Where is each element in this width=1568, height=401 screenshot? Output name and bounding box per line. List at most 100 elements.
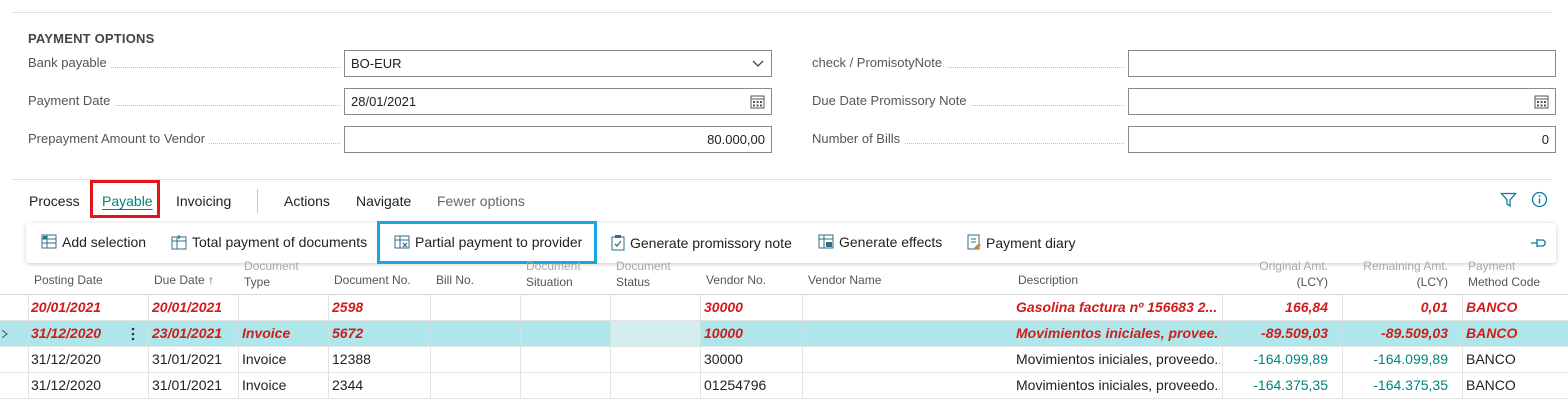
check-note-label: check / PromisotyNote <box>812 54 1124 72</box>
cell-original-amt[interactable]: -89.509,03 <box>1226 321 1328 346</box>
col-remaining-amt-line1: Remaining Amt. <box>1363 259 1448 273</box>
prepayment-input[interactable]: 80.000,00 <box>344 126 772 153</box>
col-document-status-line2[interactable]: Status <box>616 275 650 289</box>
col-payment-method-line1: Payment <box>1468 259 1516 273</box>
payment-date-input[interactable]: 28/01/2021 <box>344 88 772 115</box>
table-row[interactable]: 20/01/2021 20/01/2021 2598 30000 Gasolin… <box>0 295 1568 321</box>
table-row[interactable]: 31/12/2020 31/01/2021 Invoice 2344 01254… <box>0 373 1568 399</box>
due-date-note-label: Due Date Promissory Note <box>812 92 1124 110</box>
payable-highlight-box <box>90 180 160 218</box>
top-divider <box>12 12 1552 13</box>
cell-description[interactable]: Gasolina factura nº 156683 2... <box>1016 295 1218 320</box>
table-row[interactable]: 31/12/2020 31/01/2021 Invoice 12388 3000… <box>0 347 1568 373</box>
section-title: PAYMENT OPTIONS <box>28 31 155 46</box>
col-due-date[interactable]: Due Date ↑ <box>154 273 214 287</box>
cell-due-date[interactable]: 20/01/2021 <box>152 295 222 320</box>
table-row-selected[interactable]: 31/12/2020 23/01/2021 Invoice 5672 10000… <box>0 321 1568 347</box>
clipboard-check-icon <box>611 235 625 251</box>
col-remaining-amt-line2[interactable]: (LCY) <box>1346 275 1448 289</box>
cell-payment-method[interactable]: BANCO <box>1466 347 1516 372</box>
cell-vendor-no[interactable]: 10000 <box>704 321 743 346</box>
col-vendor-name[interactable]: Vendor Name <box>808 273 881 287</box>
total-payment-label: Total payment of documents <box>192 234 368 250</box>
info-icon[interactable] <box>1531 191 1548 208</box>
calendar-icon[interactable] <box>1534 94 1549 109</box>
calendar-icon[interactable] <box>750 94 765 109</box>
col-bill-no[interactable]: Bill No. <box>436 273 474 287</box>
pin-icon[interactable] <box>1530 235 1548 251</box>
cell-posting-date[interactable]: 31/12/2020 <box>31 321 101 346</box>
add-selection-label: Add selection <box>62 234 147 250</box>
cell-due-date[interactable]: 31/01/2021 <box>152 347 222 372</box>
tab-separator <box>257 189 258 213</box>
bank-payable-select[interactable]: BO-EUR <box>344 50 772 77</box>
col-original-amt-line2[interactable]: (LCY) <box>1226 275 1328 289</box>
cell-payment-method[interactable]: BANCO <box>1466 321 1517 346</box>
col-description[interactable]: Description <box>1018 273 1078 287</box>
col-posting-date[interactable]: Posting Date <box>34 273 103 287</box>
col-payment-method-line2[interactable]: Method Code <box>1468 275 1540 289</box>
cell-remaining-amt[interactable]: 0,01 <box>1346 295 1448 320</box>
cell-due-date[interactable]: 31/01/2021 <box>152 373 222 398</box>
cell-posting-date[interactable]: 31/12/2020 <box>31 373 101 398</box>
cell-document-no[interactable]: 12388 <box>332 347 371 372</box>
generate-effects-button[interactable]: Generate effects <box>818 234 942 250</box>
payment-diary-button[interactable]: Payment diary <box>966 234 1075 251</box>
cell-payment-method[interactable]: BANCO <box>1466 373 1516 398</box>
total-payment-button[interactable]: Total payment of documents <box>171 234 367 250</box>
due-date-note-input[interactable] <box>1128 88 1556 115</box>
cell-due-date[interactable]: 23/01/2021 <box>152 321 222 346</box>
cell-vendor-no[interactable]: 30000 <box>704 295 743 320</box>
cell-document-type[interactable]: Invoice <box>242 373 286 398</box>
fewer-options-button[interactable]: Fewer options <box>437 193 525 209</box>
generate-promissory-note-button[interactable]: Generate promissory note <box>610 234 792 251</box>
cell-original-amt[interactable]: 166,84 <box>1226 295 1328 320</box>
payment-date-label: Payment Date <box>28 92 340 110</box>
total-payment-icon <box>171 235 187 250</box>
add-selection-icon <box>41 234 57 249</box>
tab-invoicing[interactable]: Invoicing <box>176 193 231 209</box>
section-divider <box>12 179 1552 180</box>
prepayment-label: Prepayment Amount to Vendor <box>28 130 340 148</box>
col-document-no[interactable]: Document No. <box>334 273 411 287</box>
chevron-down-icon <box>752 60 764 67</box>
cell-document-no[interactable]: 2598 <box>332 295 363 320</box>
cell-original-amt[interactable]: -164.099,89 <box>1226 347 1328 372</box>
tab-navigate[interactable]: Navigate <box>356 193 411 209</box>
cell-remaining-amt[interactable]: -89.509,03 <box>1346 321 1448 346</box>
cell-description[interactable]: Movimientos iniciales, proveedo... <box>1016 373 1220 398</box>
cell-document-type[interactable]: Invoice <box>242 347 286 372</box>
generate-effects-label: Generate effects <box>839 234 943 250</box>
bank-payable-label: Bank payable <box>28 54 340 72</box>
partial-payment-highlight-box <box>377 221 597 264</box>
row-marker-icon <box>2 330 8 338</box>
cell-original-amt[interactable]: -164.375,35 <box>1226 373 1328 398</box>
add-selection-button[interactable]: Add selection <box>41 234 146 250</box>
cell-document-no[interactable]: 5672 <box>332 321 363 346</box>
cell-remaining-amt[interactable]: -164.099,89 <box>1346 347 1448 372</box>
col-document-status-line1: Document <box>616 259 671 273</box>
cell-document-no[interactable]: 2344 <box>332 373 363 398</box>
cell-document-type[interactable]: Invoice <box>242 321 290 346</box>
check-note-input[interactable] <box>1128 50 1556 77</box>
tab-process[interactable]: Process <box>29 193 80 209</box>
number-of-bills-label: Number of Bills <box>812 130 1124 148</box>
cell-payment-method[interactable]: BANCO <box>1466 295 1517 320</box>
cell-description[interactable]: Movimientos iniciales, proveedo... <box>1016 347 1220 372</box>
tab-actions[interactable]: Actions <box>284 193 330 209</box>
number-of-bills-input[interactable]: 0 <box>1128 126 1556 153</box>
col-document-situation-line1: Document <box>526 259 581 273</box>
cell-vendor-no[interactable]: 30000 <box>704 347 743 372</box>
col-document-situation-line2[interactable]: Situation <box>526 275 573 289</box>
cell-vendor-no[interactable]: 01254796 <box>704 373 766 398</box>
col-document-type-line1: Document <box>244 259 299 273</box>
cell-posting-date[interactable]: 31/12/2020 <box>31 347 101 372</box>
cell-description[interactable]: Movimientos iniciales, provee... <box>1016 321 1218 346</box>
filter-icon[interactable] <box>1500 191 1517 208</box>
col-vendor-no[interactable]: Vendor No. <box>706 273 766 287</box>
row-menu-icon[interactable] <box>131 327 135 341</box>
payment-diary-icon <box>967 234 981 250</box>
col-document-type-line2[interactable]: Type <box>244 275 270 289</box>
cell-remaining-amt[interactable]: -164.375,35 <box>1346 373 1448 398</box>
cell-posting-date[interactable]: 20/01/2021 <box>31 295 101 320</box>
